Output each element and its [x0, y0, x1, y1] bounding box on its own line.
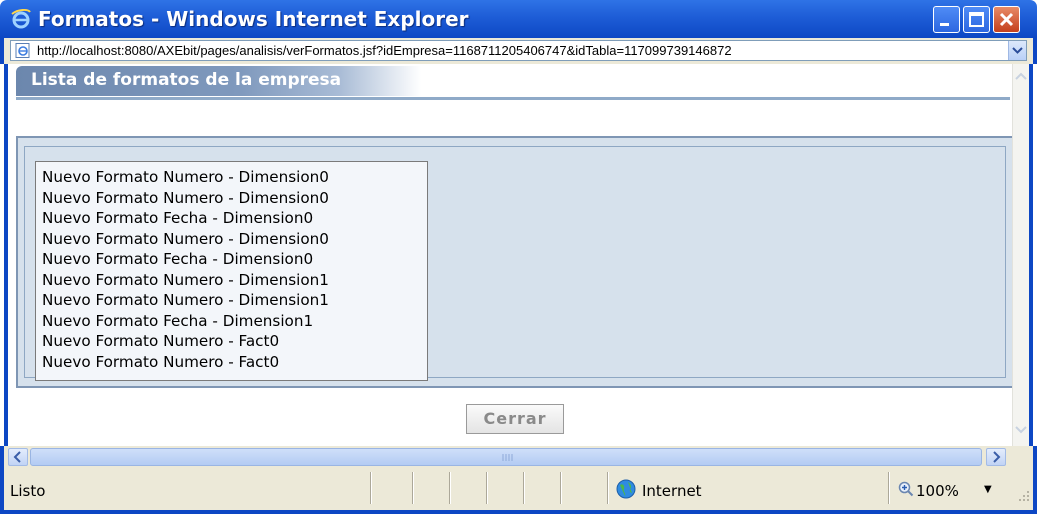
status-text: Listo [10, 482, 46, 500]
address-dropdown-button[interactable] [1008, 41, 1026, 60]
scroll-corner [1010, 448, 1028, 466]
list-item[interactable]: Nuevo Formato Fecha - Dimension0 [42, 249, 427, 270]
status-divider [607, 472, 609, 504]
section-header: Lista de formatos de la empresa [16, 66, 421, 96]
status-bar: Listo Internet 100% ▼ [0, 468, 1037, 514]
status-divider [449, 472, 451, 504]
formats-listbox[interactable]: Nuevo Formato Numero - Dimension0 Nuevo … [35, 161, 428, 381]
list-item[interactable]: Nuevo Formato Numero - Dimension1 [42, 270, 427, 291]
page-content: Lista de formatos de la empresa Nuevo Fo… [4, 64, 1033, 446]
close-dialog-button[interactable]: Cerrar [466, 404, 564, 434]
status-divider [370, 472, 372, 504]
globe-icon [616, 479, 636, 499]
maximize-icon [969, 12, 984, 27]
scroll-thumb[interactable] [30, 448, 982, 466]
scroll-right-button[interactable] [986, 448, 1006, 466]
scroll-up-icon[interactable] [1013, 68, 1029, 84]
vertical-scrollbar[interactable] [1012, 64, 1029, 446]
header-divider [16, 97, 1010, 100]
title-bar[interactable]: Formatos - Windows Internet Explorer [0, 0, 1037, 38]
zoom-level[interactable]: 100% [916, 482, 959, 500]
list-item[interactable]: Nuevo Formato Numero - Dimension0 [42, 167, 427, 188]
list-item[interactable]: Nuevo Formato Numero - Dimension0 [42, 188, 427, 209]
list-item[interactable]: Nuevo Formato Fecha - Dimension0 [42, 208, 427, 229]
status-divider [412, 472, 414, 504]
status-divider [560, 472, 562, 504]
address-field[interactable]: http://localhost:8080/AXEbit/pages/anali… [10, 40, 1027, 61]
list-item[interactable]: Nuevo Formato Numero - Fact0 [42, 352, 427, 373]
maximize-button[interactable] [963, 6, 990, 33]
grip-lines-icon [502, 454, 513, 461]
url-text: http://localhost:8080/AXEbit/pages/anali… [37, 43, 732, 58]
resize-grip-icon[interactable] [1016, 488, 1030, 502]
chevron-right-icon [993, 451, 1001, 463]
formats-panel: Nuevo Formato Numero - Dimension0 Nuevo … [16, 136, 1014, 388]
horizontal-scrollbar[interactable] [0, 446, 1037, 468]
chevron-left-icon [13, 451, 21, 463]
page-icon [15, 43, 30, 58]
ie-icon [11, 8, 31, 29]
list-item[interactable]: Nuevo Formato Numero - Dimension1 [42, 290, 427, 311]
status-divider [486, 472, 488, 504]
scroll-left-button[interactable] [8, 448, 28, 466]
status-divider [523, 472, 525, 504]
minimize-icon [940, 23, 949, 26]
window-title: Formatos - Windows Internet Explorer [38, 7, 469, 31]
list-item[interactable]: Nuevo Formato Fecha - Dimension1 [42, 311, 427, 332]
scroll-down-icon[interactable] [1013, 422, 1029, 438]
section-title: Lista de formatos de la empresa [31, 70, 342, 90]
close-icon [999, 12, 1014, 27]
address-bar: http://localhost:8080/AXEbit/pages/anali… [0, 38, 1037, 64]
list-item[interactable]: Nuevo Formato Numero - Fact0 [42, 331, 427, 352]
status-divider [888, 472, 890, 504]
close-button[interactable] [993, 6, 1020, 33]
magnifier-icon[interactable] [898, 481, 914, 497]
chevron-down-icon [1012, 47, 1023, 54]
formats-panel-inner: Nuevo Formato Numero - Dimension0 Nuevo … [24, 146, 1006, 381]
security-zone: Internet [642, 482, 702, 500]
minimize-button[interactable] [933, 6, 960, 33]
zoom-dropdown-icon[interactable]: ▼ [984, 484, 992, 495]
list-item[interactable]: Nuevo Formato Numero - Dimension0 [42, 229, 427, 250]
